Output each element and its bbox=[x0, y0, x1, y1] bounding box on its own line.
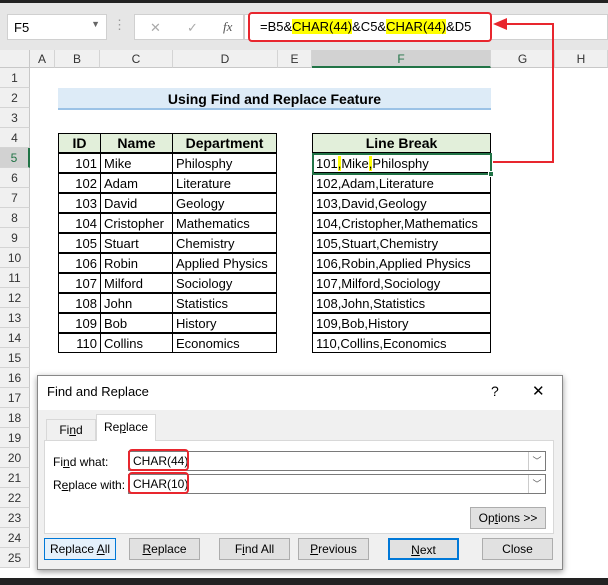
tab-find[interactable]: Find bbox=[46, 419, 96, 440]
previous-button[interactable]: Previous bbox=[298, 538, 369, 560]
replace-all-button[interactable]: Replace All bbox=[44, 538, 116, 560]
dialog-titlebar: Find and Replace ? ✕ bbox=[38, 376, 562, 410]
fill-handle[interactable] bbox=[488, 171, 494, 177]
arrow-head-icon bbox=[493, 18, 507, 30]
close-icon[interactable]: ✕ bbox=[532, 382, 545, 400]
cell-selection-border bbox=[312, 153, 494, 177]
close-button[interactable]: Close bbox=[482, 538, 553, 560]
find-what-input[interactable]: CHAR(44) ﹀ bbox=[128, 451, 546, 471]
replace-button[interactable]: Replace bbox=[129, 538, 200, 560]
find-replace-dialog: Find and Replace ? ✕ Find Replace Find w… bbox=[37, 375, 563, 570]
options-button[interactable]: Options >> bbox=[470, 507, 546, 529]
bottom-border bbox=[0, 578, 608, 585]
help-icon[interactable]: ? bbox=[491, 383, 499, 399]
next-button[interactable]: Next bbox=[388, 538, 459, 560]
tab-replace[interactable]: Replace bbox=[96, 414, 156, 441]
replace-panel: Find what: CHAR(44) ﹀ Replace with: CHAR(… bbox=[44, 440, 554, 534]
find-highlight-box bbox=[128, 449, 189, 471]
dialog-title: Find and Replace bbox=[47, 384, 149, 399]
replace-with-label: Replace with: bbox=[53, 478, 126, 492]
replace-with-input[interactable]: CHAR(10) ﹀ bbox=[128, 474, 546, 494]
chevron-down-icon[interactable]: ﹀ bbox=[528, 475, 545, 493]
find-what-label: Find what: bbox=[53, 455, 109, 469]
chevron-down-icon[interactable]: ﹀ bbox=[528, 452, 545, 470]
find-all-button[interactable]: Find All bbox=[219, 538, 290, 560]
connector-line bbox=[493, 23, 554, 163]
replace-highlight-box bbox=[128, 472, 189, 494]
